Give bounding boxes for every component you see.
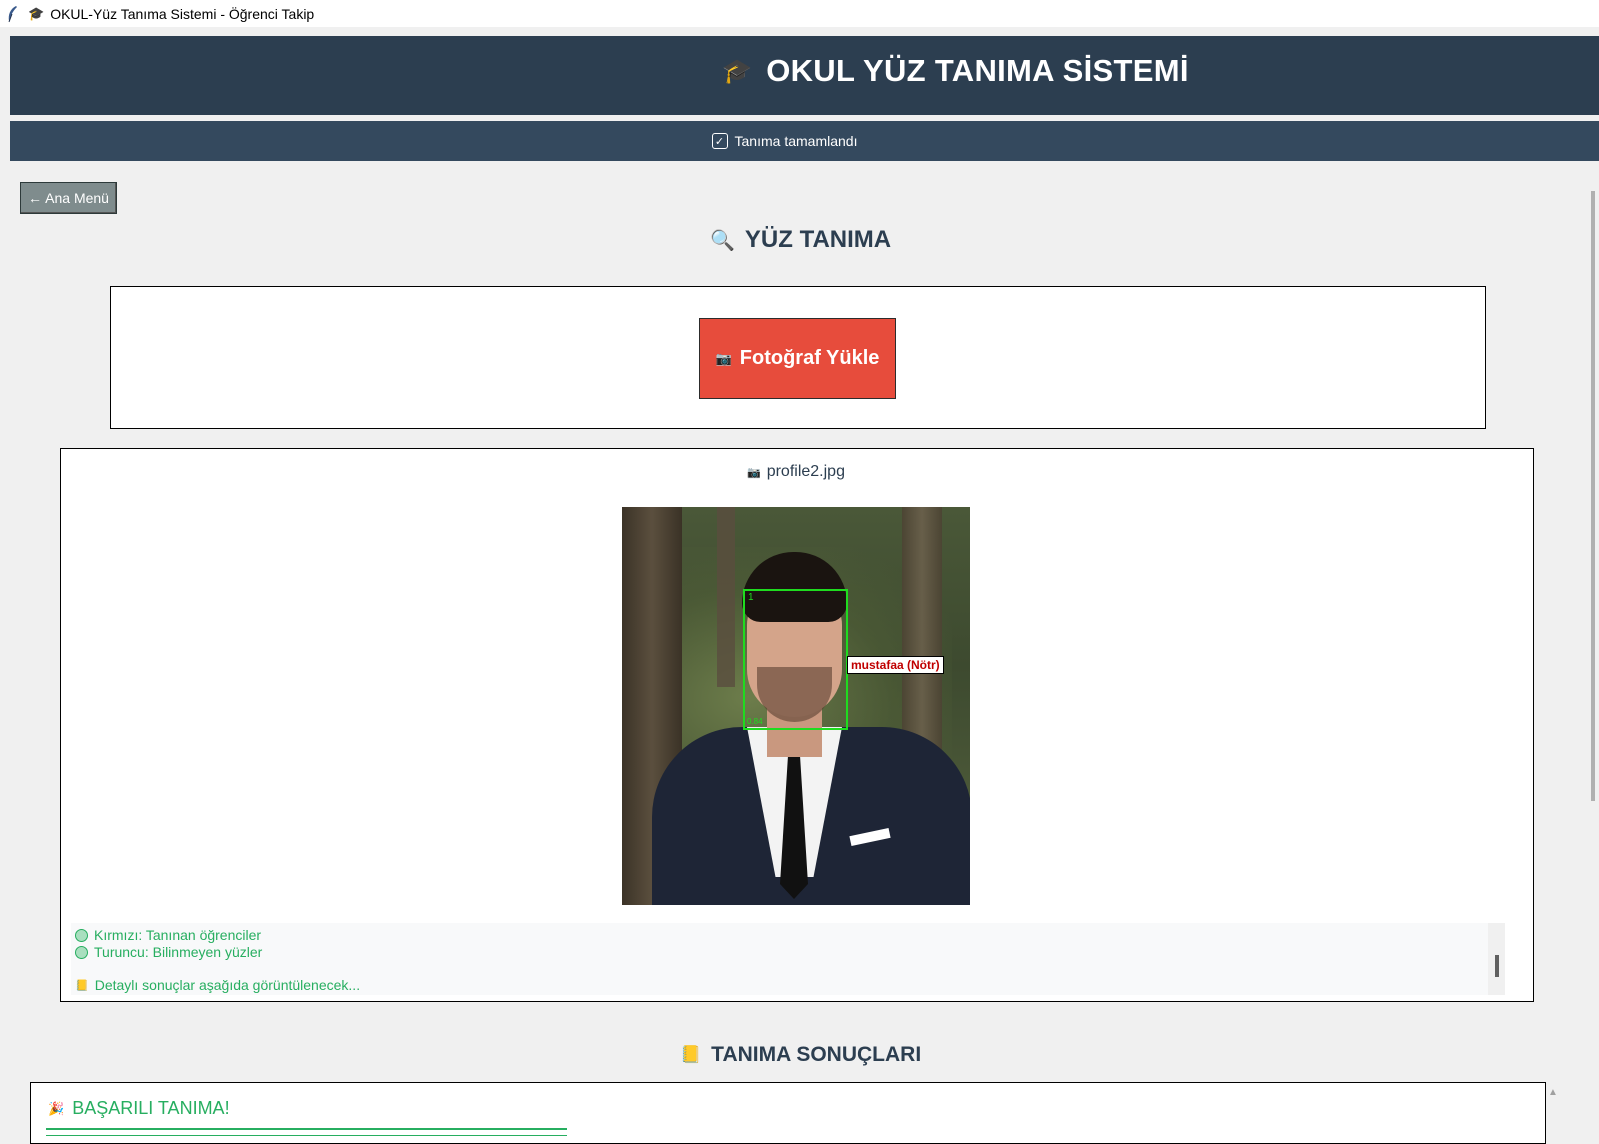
notebook-icon: 📒	[75, 979, 89, 992]
results-section-title: 📒 TANIMA SONUÇLARI	[680, 1043, 921, 1067]
legend-details-note: 📒 Detaylı sonuçlar aşağıda görüntülenece…	[75, 977, 360, 993]
window-titlebar: 🎓 OKUL-Yüz Tanıma Sistemi - Öğrenci Taki…	[0, 0, 1599, 27]
legend-item-recognized: Kırmızı: Tanınan öğrenciler	[75, 927, 261, 943]
camera-icon: 📷	[715, 350, 732, 366]
circle-icon	[75, 945, 88, 959]
main-scrollbar[interactable]	[1586, 161, 1599, 1138]
status-text: Tanıma tamamlandı	[734, 133, 858, 149]
results-title-text: TANIMA SONUÇLARI	[711, 1043, 922, 1066]
face-confidence: 0.84	[747, 717, 763, 726]
face-index: 1	[748, 592, 754, 603]
success-underline	[46, 1128, 567, 1136]
app-title-text: OKUL YÜZ TANIMA SİSTEMİ	[766, 53, 1189, 88]
success-text: BAŞARILI TANIMA!	[72, 1098, 230, 1118]
camera-icon: 📷	[747, 466, 761, 479]
magnifier-icon: 🔍	[710, 229, 735, 252]
checkbox-checked-icon: ✓	[711, 133, 728, 149]
preview-filename: 📷 profile2.jpg	[747, 463, 845, 481]
legend-panel: Kırmızı: Tanınan öğrenciler Turuncu: Bil…	[71, 923, 1505, 995]
legend-item-unknown: Turuncu: Bilinmeyen yüzler	[75, 944, 262, 960]
status-bar: ✓ Tanıma tamamlandı	[10, 121, 1599, 161]
window-title: OKUL-Yüz Tanıma Sistemi - Öğrenci Takip	[50, 5, 315, 22]
recognition-section-title: 🔍 YÜZ TANIMA	[710, 226, 891, 254]
success-heading: 🎉 BAŞARILI TANIMA!	[48, 1098, 230, 1119]
face-name-label: mustafaa (Nötr)	[847, 656, 944, 674]
main-scrollbar-thumb[interactable]	[1591, 191, 1595, 801]
legend-item-label: Kırmızı: Tanınan öğrenciler	[94, 927, 262, 943]
legend-item-label: Turuncu: Bilinmeyen yüzler	[94, 944, 263, 960]
scroll-up-arrow-icon[interactable]: ▲	[1548, 1087, 1558, 1098]
back-to-main-menu-button[interactable]: ← Ana Menü	[20, 182, 117, 214]
upload-photo-label: Fotoğraf Yükle	[739, 347, 880, 369]
legend-scrollbar[interactable]	[1488, 923, 1505, 995]
feather-icon	[8, 5, 17, 22]
legend-details-text: Detaylı sonuçlar aşağıda görüntülenecek.…	[94, 977, 361, 993]
notebook-icon: 📒	[680, 1045, 702, 1064]
app-header: 🎓 OKUL YÜZ TANIMA SİSTEMİ	[10, 36, 1599, 115]
face-detection-box: 1 0.84	[743, 589, 848, 730]
upload-photo-button[interactable]: 📷 Fotoğraf Yükle	[699, 318, 896, 399]
circle-icon	[75, 928, 88, 942]
party-popper-icon: 🎉	[48, 1100, 65, 1116]
recognition-title-text: YÜZ TANIMA	[744, 226, 892, 253]
preview-filename-text: profile2.jpg	[766, 463, 845, 480]
graduation-cap-icon: 🎓	[28, 5, 45, 21]
app-title: 🎓 OKUL YÜZ TANIMA SİSTEMİ	[722, 53, 1189, 89]
legend-scrollbar-thumb[interactable]	[1495, 955, 1499, 977]
graduation-cap-icon: 🎓	[722, 57, 753, 85]
